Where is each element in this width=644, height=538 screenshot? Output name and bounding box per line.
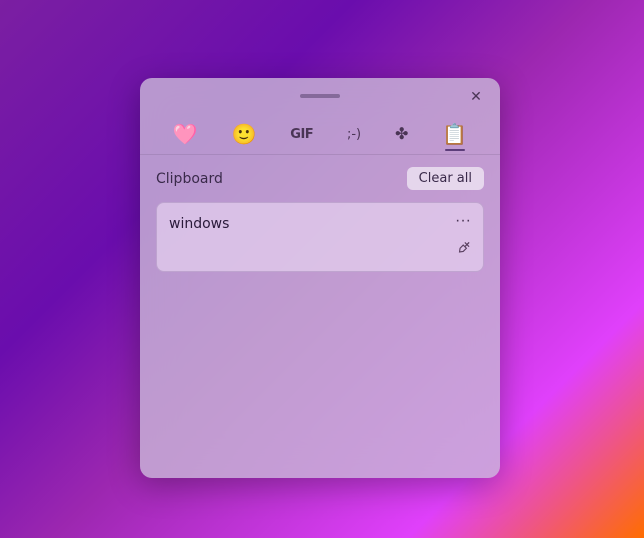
tab-gif[interactable]: GIF — [282, 124, 321, 145]
tab-emoji-recent[interactable]: 🩷 — [165, 120, 206, 148]
clipboard-item-text: windows — [169, 216, 229, 232]
close-icon: ✕ — [470, 88, 482, 105]
drag-handle — [300, 94, 340, 98]
tab-bar: 🩷 🙂 GIF ;-) ✤ 📋 — [140, 114, 500, 148]
symbols-icon: ✤ — [395, 126, 408, 142]
item-actions: ··· — [451, 211, 475, 231]
more-options-button[interactable]: ··· — [451, 211, 475, 231]
section-title: Clipboard — [156, 171, 223, 187]
clipboard-icon: 📋 — [442, 124, 467, 144]
pin-icon — [448, 235, 477, 264]
active-indicator — [445, 149, 465, 151]
section-header: Clipboard Clear all — [156, 167, 484, 190]
kaomoji-icon: ;-) — [347, 128, 361, 141]
clear-all-button[interactable]: Clear all — [407, 167, 484, 190]
tab-kaomoji[interactable]: ;-) — [339, 124, 369, 145]
clipboard-content: Clipboard Clear all windows ··· — [140, 155, 500, 478]
close-button[interactable]: ✕ — [462, 82, 490, 110]
tab-clipboard[interactable]: 📋 — [434, 120, 475, 148]
tab-symbols[interactable]: ✤ — [387, 122, 416, 146]
emoji-clipboard-panel: ✕ 🩷 🙂 GIF ;-) ✤ 📋 Clipboard Clear all — [140, 78, 500, 478]
title-bar: ✕ — [140, 78, 500, 114]
gif-icon: GIF — [290, 128, 313, 141]
emoji-smiley-icon: 🙂 — [232, 124, 257, 144]
ellipsis-icon: ··· — [455, 212, 471, 229]
emoji-recent-icon: 🩷 — [173, 124, 198, 144]
tab-emoji-smiley[interactable]: 🙂 — [224, 120, 265, 148]
pin-button[interactable] — [449, 236, 475, 263]
clipboard-item: windows ··· — [156, 202, 484, 272]
